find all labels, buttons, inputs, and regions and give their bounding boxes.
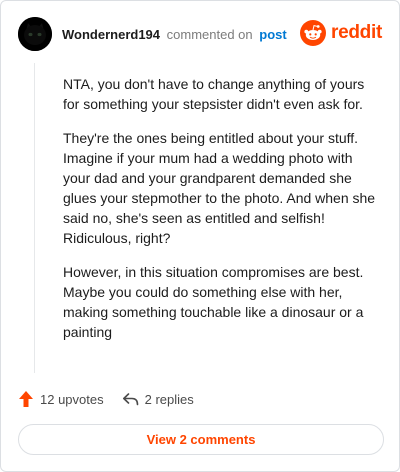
reply-arrow-icon bbox=[122, 393, 138, 406]
upvote-count: 12 upvotes bbox=[40, 391, 104, 407]
upvote-button[interactable]: 12 upvotes bbox=[18, 390, 104, 408]
comment-paragraph: They're the ones being entitled about yo… bbox=[63, 130, 376, 246]
comment-meta: Wondernerd194 commented on post bbox=[62, 27, 287, 42]
upvote-arrow-icon bbox=[19, 391, 33, 407]
comment-body: NTA, you don't have to change anything o… bbox=[63, 74, 383, 356]
avatar[interactable] bbox=[18, 17, 52, 51]
post-link[interactable]: post bbox=[259, 27, 286, 42]
username[interactable]: Wondernerd194 bbox=[62, 27, 160, 42]
reddit-snoo-icon bbox=[300, 20, 327, 46]
comment-paragraph: NTA, you don't have to change anything o… bbox=[63, 76, 365, 112]
comment-actions: 12 upvotes 2 replies bbox=[18, 389, 194, 409]
reddit-wordmark: reddit bbox=[331, 22, 382, 43]
replies-button[interactable]: 2 replies bbox=[122, 391, 194, 407]
comment-card: Wondernerd194 commented on post reddit N… bbox=[0, 0, 400, 472]
commented-on-label: commented on bbox=[166, 27, 253, 42]
comment-header: Wondernerd194 commented on post reddit bbox=[18, 17, 382, 51]
reddit-logo[interactable]: reddit bbox=[300, 19, 382, 47]
comment-paragraph: However, in this situation compromises a… bbox=[63, 264, 364, 340]
reply-count: 2 replies bbox=[144, 391, 194, 407]
black-cat-avatar-icon bbox=[18, 17, 52, 51]
thread-line bbox=[34, 63, 35, 373]
view-comments-button[interactable]: View 2 comments bbox=[18, 424, 384, 455]
